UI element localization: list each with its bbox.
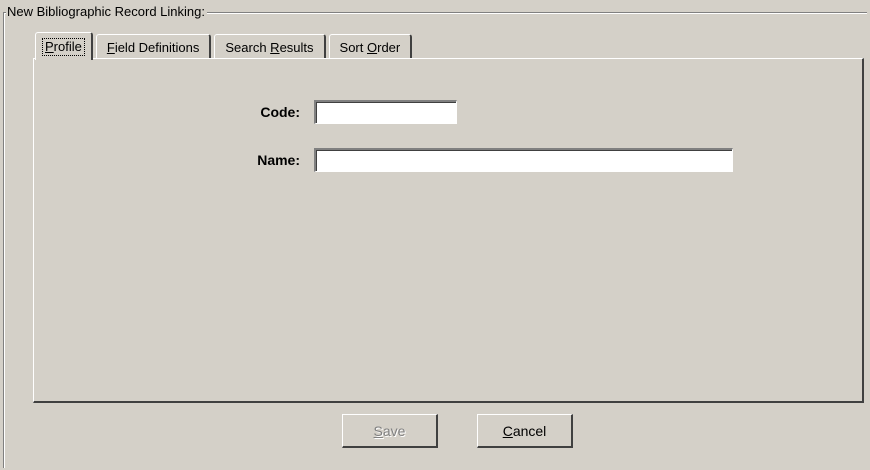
groupbox-title: New Bibliographic Record Linking: [6, 3, 207, 21]
cancel-button[interactable]: Cancel [477, 414, 573, 448]
tab-field-definitions[interactable]: Field Definitions [95, 34, 212, 59]
tab-search-results[interactable]: Search Results [214, 34, 326, 59]
tab-profile[interactable]: Profile [35, 32, 93, 60]
profile-tab-panel: Code: Name: [33, 58, 864, 403]
save-button[interactable]: Save [342, 414, 438, 448]
name-label: Name: [257, 152, 300, 168]
tab-field-definitions-label: Field Definitions [106, 39, 200, 55]
tab-sort-order[interactable]: Sort Order [328, 34, 413, 59]
name-field[interactable] [314, 148, 733, 172]
tab-profile-label: Profile [42, 37, 85, 56]
code-field[interactable] [314, 100, 457, 124]
tab-search-results-label: Search Results [225, 39, 314, 55]
tab-strip: Profile Field Definitions Search Results… [35, 32, 415, 60]
cancel-button-label: Cancel [502, 422, 547, 439]
tab-sort-order-label: Sort Order [339, 39, 401, 55]
code-label: Code: [260, 104, 300, 120]
save-button-label: Save [373, 422, 406, 439]
